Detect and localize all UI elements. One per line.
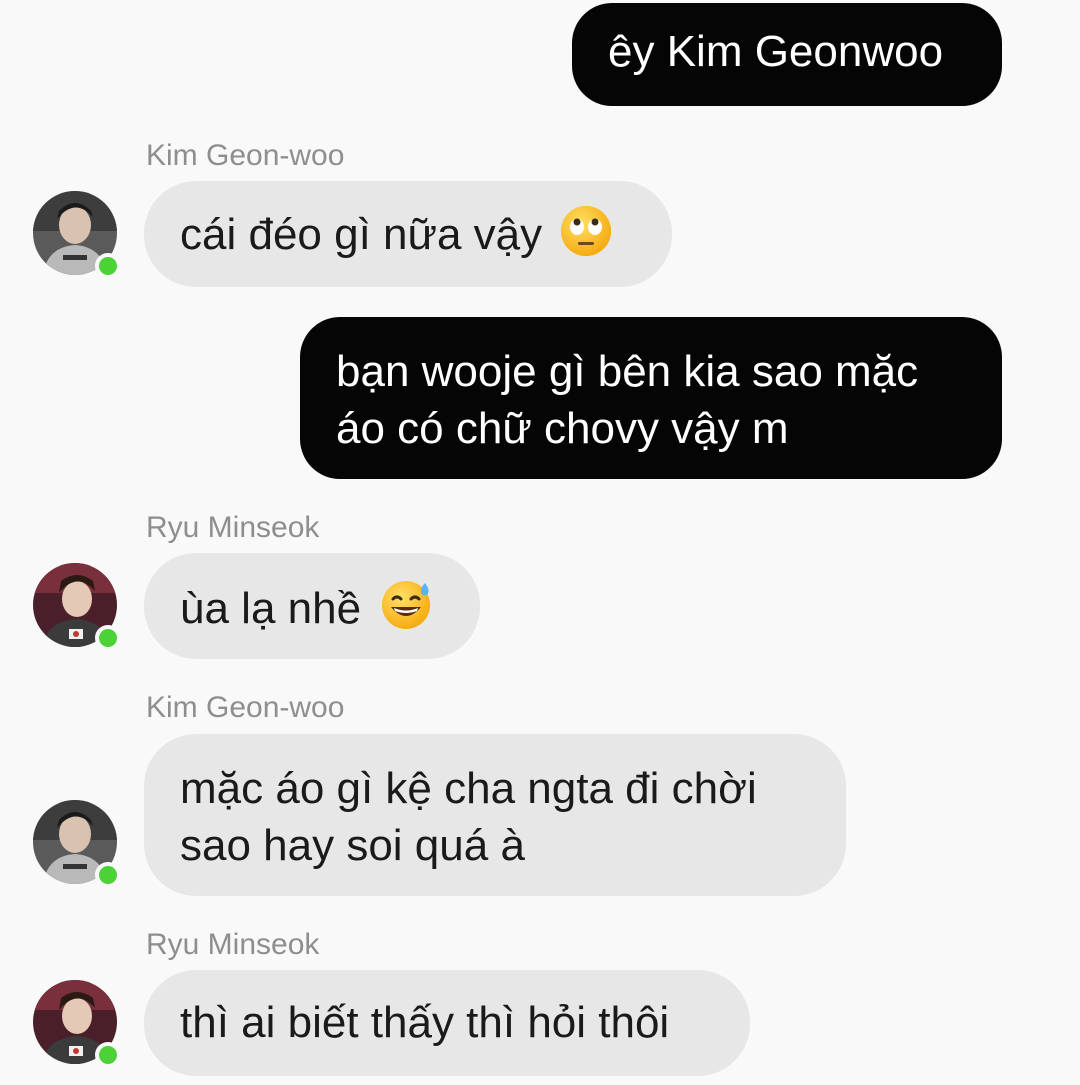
sweat-smile-emoji	[382, 581, 431, 629]
incoming-message-bubble[interactable]: cái đéo gì nữa vậy	[144, 181, 672, 287]
message-text: ùa lạ nhề	[180, 584, 362, 633]
online-status-dot	[95, 625, 121, 651]
incoming-message-bubble[interactable]: mặc áo gì kệ cha ngta đi chời sao hay so…	[144, 734, 846, 896]
online-status-dot	[95, 253, 121, 279]
message-text: thì ai biết thấy thì hỏi thôi	[180, 998, 670, 1047]
online-status-dot	[95, 862, 121, 888]
avatar-kim-geon-woo[interactable]	[33, 800, 121, 888]
eye-roll-emoji	[561, 206, 612, 256]
sender-name: Kim Geon-woo	[146, 139, 345, 172]
message-line: mặc áo gì kệ cha ngta đi chời	[180, 764, 757, 813]
sender-name: Ryu Minseok	[146, 928, 320, 961]
avatar-kim-geon-woo[interactable]	[33, 191, 121, 279]
incoming-message-bubble[interactable]: ùa lạ nhề	[144, 553, 480, 659]
sender-name: Kim Geon-woo	[146, 691, 345, 724]
sender-name: Ryu Minseok	[146, 511, 320, 544]
online-status-dot	[95, 1042, 121, 1068]
outgoing-message-bubble[interactable]: bạn wooje gì bên kia sao mặc áo có chữ c…	[300, 317, 1002, 479]
incoming-message-bubble[interactable]: thì ai biết thấy thì hỏi thôi	[144, 970, 750, 1076]
outgoing-message-bubble[interactable]: êy Kim Geonwoo	[572, 3, 1002, 106]
message-line: sao hay soi quá à	[180, 821, 525, 870]
message-text: cái đéo gì nữa vậy	[180, 210, 543, 259]
avatar-ryu-minseok[interactable]	[33, 980, 121, 1068]
avatar-ryu-minseok[interactable]	[33, 563, 121, 651]
message-text: êy Kim Geonwoo	[608, 27, 944, 76]
message-line: áo có chữ chovy vậy m	[336, 404, 789, 453]
message-line: bạn wooje gì bên kia sao mặc	[336, 347, 919, 396]
